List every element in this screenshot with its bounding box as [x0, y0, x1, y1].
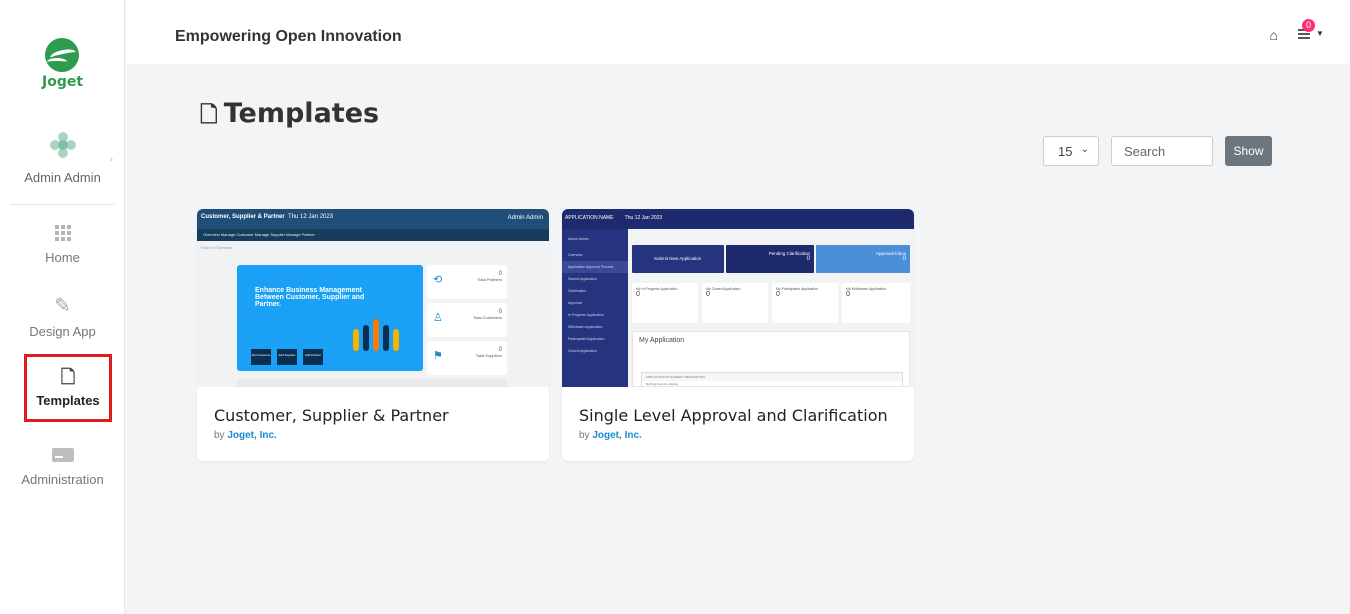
thumb-sidebar: Admin Admin Overview Application Approva…: [562, 229, 628, 387]
pencil-ruler-icon: ✎: [54, 295, 71, 317]
template-author: by Joget, Inc.: [214, 430, 277, 441]
template-author: by Joget, Inc.: [579, 430, 642, 441]
sidebar-item-administration[interactable]: Administration: [0, 442, 125, 487]
thumb-app-bar: APPLICATION NAME Thu 12 Jan 2023: [562, 209, 914, 229]
joget-logo-icon: [45, 38, 79, 72]
thumb-app-bar: Customer, Supplier & Partner Thu 12 Jan …: [197, 209, 549, 229]
document-icon: 🗋: [200, 103, 218, 128]
sidebar-item-label: Design App: [29, 324, 96, 339]
search-input[interactable]: [1111, 136, 1213, 166]
thumb-stat: ♙ 0 Total Customers: [427, 303, 507, 337]
avatar: [49, 132, 76, 158]
user-name: Admin Admin: [24, 170, 101, 185]
sidebar: Joget › Admin Admin Home ✎ Design App 🗋 …: [0, 0, 125, 614]
document-icon: 🗋: [60, 367, 76, 387]
people-illustration: [349, 305, 409, 365]
page-size-select[interactable]: 15 ⌄: [1043, 136, 1099, 166]
caret-down-icon: ▼: [1316, 29, 1324, 38]
thumb-body: Home / Overview Enhance Business Managem…: [197, 241, 549, 387]
thumb-app-table: My Application APPLICATION ID SUBJECT DE…: [632, 331, 910, 387]
notification-badge: 0: [1302, 19, 1315, 32]
header-title: Empowering Open Innovation: [175, 28, 402, 45]
divider: [10, 204, 115, 205]
chevron-right-icon: ›: [109, 154, 113, 165]
page-size-value: 15: [1058, 144, 1073, 159]
sidebar-item-home[interactable]: Home: [0, 220, 125, 265]
sidebar-item-label: Administration: [21, 472, 104, 487]
top-header: Empowering Open Innovation ⌂ 0 ▼: [126, 0, 1350, 64]
user-profile[interactable]: › Admin Admin: [0, 132, 125, 185]
sidebar-item-templates[interactable]: 🗋 Templates: [24, 354, 112, 422]
chevron-down-icon: ⌄: [1080, 144, 1089, 155]
sidebar-item-label: Templates: [36, 393, 100, 408]
author-link[interactable]: Joget, Inc.: [592, 430, 641, 441]
notifications-button[interactable]: 0 ▼: [1298, 19, 1328, 43]
thumb-stat: ⟲ 0 Total Partners: [427, 265, 507, 299]
sidebar-item-design-app[interactable]: ✎ Design App: [0, 294, 125, 339]
sidebar-item-label: Home: [45, 250, 80, 265]
grid-icon: [0, 220, 125, 244]
template-thumbnail[interactable]: APPLICATION NAME Thu 12 Jan 2023 Admin A…: [562, 209, 914, 387]
author-link[interactable]: Joget, Inc.: [227, 430, 276, 441]
show-button[interactable]: Show: [1225, 136, 1272, 166]
thumb-hero: Enhance Business Management Between Cust…: [237, 265, 423, 371]
template-title[interactable]: Single Level Approval and Clarification: [579, 406, 888, 425]
joget-logo[interactable]: Joget: [42, 38, 84, 98]
id-card-icon: [0, 442, 125, 466]
page-title: 🗋 Templates: [200, 98, 380, 129]
template-card[interactable]: Customer, Supplier & Partner Thu 12 Jan …: [197, 209, 549, 461]
thumb-nav: Overview Manage Customer Manage Supplier…: [197, 229, 549, 241]
template-thumbnail[interactable]: Customer, Supplier & Partner Thu 12 Jan …: [197, 209, 549, 387]
home-icon[interactable]: ⌂: [1270, 27, 1278, 43]
thumb-main: Submit New Application Pending Clarifica…: [628, 229, 914, 387]
logo-text: Joget: [42, 74, 84, 90]
template-card[interactable]: APPLICATION NAME Thu 12 Jan 2023 Admin A…: [562, 209, 914, 461]
template-title[interactable]: Customer, Supplier & Partner: [214, 406, 449, 425]
thumb-stat: ⚑ 0 Total Suppliers: [427, 341, 507, 375]
